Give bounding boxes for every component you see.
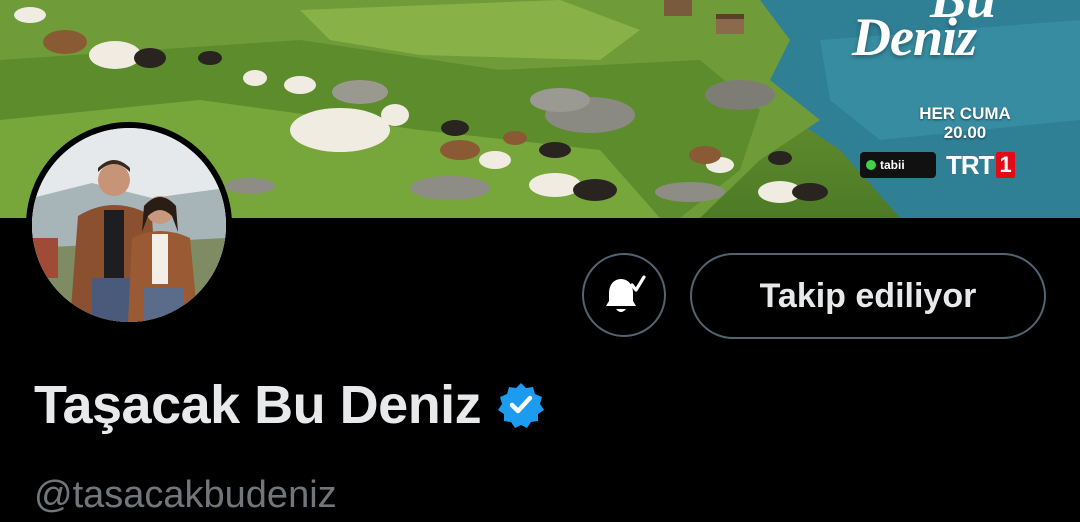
trt-label: TRT	[946, 149, 995, 180]
banner-show-title: Deniz	[852, 7, 977, 67]
profile-name-row: Taşacak Bu Deniz	[34, 374, 545, 436]
avatar-people-image	[32, 128, 226, 322]
display-name: Taşacak Bu Deniz	[34, 375, 482, 435]
tabii-label: tabii	[880, 158, 905, 172]
avatar[interactable]	[26, 122, 232, 328]
verified-badge-icon[interactable]	[497, 381, 545, 429]
trt-number: 1	[995, 152, 1015, 178]
avatar-photo	[32, 128, 226, 322]
banner-airtime-time: 20.00	[943, 123, 987, 142]
banner-airtime: HER CUMA 20.00	[900, 104, 1030, 142]
following-button[interactable]: Takip ediliyor	[690, 253, 1046, 339]
notifications-bell-button[interactable]	[582, 253, 666, 337]
profile-handle: @tasacakbudeniz	[34, 474, 337, 516]
banner-airtime-day: HER CUMA	[919, 104, 1011, 123]
trt1-logo: TRT 1	[946, 150, 1015, 180]
tabii-logo: tabii	[860, 152, 936, 178]
bell-check-icon	[606, 275, 646, 312]
tabii-dot-icon	[866, 160, 876, 170]
